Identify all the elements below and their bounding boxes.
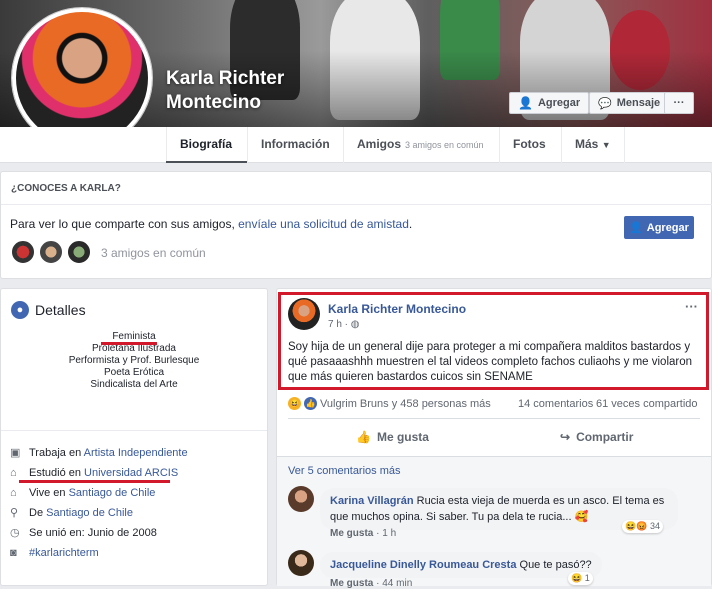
detail-link[interactable]: Santiago de Chile xyxy=(46,507,133,519)
comment-like-link[interactable]: Me gusta xyxy=(330,528,373,539)
graduation-cap-icon: ⌂ xyxy=(10,467,17,479)
post-author-name[interactable]: Karla Richter Montecino xyxy=(328,302,466,316)
haha-reaction-icon: 😆 xyxy=(288,397,301,410)
add-friend-icon: 👤 xyxy=(518,96,533,110)
commenter-avatar[interactable] xyxy=(288,550,314,576)
detail-link[interactable]: Universidad ARCIS xyxy=(84,467,178,479)
detail-link[interactable]: Artista Independiente xyxy=(84,447,188,459)
red-underline xyxy=(101,342,157,345)
messenger-icon: 💬 xyxy=(598,97,612,110)
instagram-icon: ◙ xyxy=(10,547,17,559)
comments-count[interactable]: 14 comentarios xyxy=(518,398,593,410)
commenter-name[interactable]: Karina Villagrán xyxy=(330,495,414,507)
red-underline xyxy=(19,480,170,483)
globe-icon: ● xyxy=(11,301,29,319)
like-button[interactable]: 👍 Me gusta xyxy=(356,430,429,444)
kiss-emoji-icon: 🥰 xyxy=(574,511,589,523)
details-title: Detalles xyxy=(35,302,86,318)
shares-count[interactable]: 61 veces compartido xyxy=(596,398,698,410)
commenter-name[interactable]: Jacqueline Dinelly Roumeau Cresta xyxy=(330,559,516,571)
add-friend-button[interactable]: 👤 Agregar xyxy=(509,92,590,114)
post-text: Soy hija de un general dije para protege… xyxy=(288,341,693,383)
mutual-friend-avatar[interactable] xyxy=(66,239,92,265)
active-tab-indicator xyxy=(166,161,247,163)
comment-bubble: Jacqueline Dinelly Roumeau Cresta Que te… xyxy=(320,552,602,578)
briefcase-icon: ▣ xyxy=(10,447,21,459)
share-icon: ↪ xyxy=(560,430,571,444)
globe-icon: ◍ xyxy=(350,319,360,330)
detail-instagram: ◙ #karlarichterm xyxy=(10,547,99,559)
divider xyxy=(288,418,700,419)
post-time[interactable]: 7 h · ◍ xyxy=(328,319,360,330)
message-button[interactable]: 💬 Mensaje xyxy=(589,92,670,114)
know-text: Para ver lo que comparte con sus amigos,… xyxy=(10,217,413,231)
post-author-avatar[interactable] xyxy=(288,298,320,330)
haha-reaction-icon: 😆 xyxy=(571,573,583,583)
mutual-friends-count[interactable]: 3 amigos en común xyxy=(101,246,206,260)
tab-amigos[interactable]: Amigos 3 amigos en común xyxy=(343,127,497,163)
comment-reactions[interactable]: 😆 1 xyxy=(568,572,593,585)
reaction-icons: 😆😡 xyxy=(625,521,648,531)
detail-link[interactable]: Santiago de Chile xyxy=(69,487,156,499)
home-icon: ⌂ xyxy=(10,487,17,499)
comment-actions: Me gusta · 44 min xyxy=(330,578,413,589)
reactions-summary[interactable]: 😆 👍 Vulgrim Bruns y 458 personas más xyxy=(288,397,491,410)
detail-work: ▣ Trabaja en Artista Independiente xyxy=(10,447,188,459)
tab-informacion[interactable]: Información xyxy=(247,127,343,163)
view-more-comments[interactable]: Ver 5 comentarios más xyxy=(288,465,401,477)
mutual-friend-avatar[interactable] xyxy=(38,239,64,265)
comment-reactions[interactable]: 😆😡 34 xyxy=(622,520,663,533)
post-options-button[interactable]: ··· xyxy=(685,299,698,314)
details-card: ● Detalles Feminista Proletana Ilustrada… xyxy=(0,288,268,586)
detail-education: ⌂ Estudió en Universidad ARCIS xyxy=(10,467,179,479)
comment-like-link[interactable]: Me gusta xyxy=(330,578,373,589)
tab-biografia[interactable]: Biografía xyxy=(166,127,245,163)
tab-mas[interactable]: Más ▼ xyxy=(561,127,625,163)
detail-hometown: ⚲ De Santiago de Chile xyxy=(10,507,133,519)
add-friend-icon: 👤 xyxy=(629,222,643,234)
tab-fotos[interactable]: Fotos xyxy=(499,127,559,163)
location-pin-icon: ⚲ xyxy=(10,507,19,519)
like-reaction-icon: 👍 xyxy=(304,397,317,410)
share-button[interactable]: ↪ Compartir xyxy=(560,430,633,444)
caret-down-icon: ▼ xyxy=(601,140,611,150)
more-options-button[interactable]: ··· xyxy=(664,92,694,114)
comment-actions: Me gusta · 1 h xyxy=(330,528,397,539)
thumbs-up-icon: 👍 xyxy=(356,430,371,444)
clock-icon: ◷ xyxy=(10,527,20,539)
commenter-avatar[interactable] xyxy=(288,486,314,512)
detail-joined: ◷ Se unió en: Junio de 2008 xyxy=(10,527,157,539)
divider xyxy=(1,430,267,431)
profile-tabs: Biografía Información Amigos 3 amigos en … xyxy=(0,127,712,163)
know-title: ¿CONOCES A KARLA? xyxy=(11,183,121,194)
detail-home: ⌂ Vive en Santiago de Chile xyxy=(10,487,156,499)
bio-text: Feminista Proletana Ilustrada Performist… xyxy=(68,331,200,390)
friend-request-link[interactable]: envíale una solicitud de amistad xyxy=(238,217,409,231)
divider xyxy=(1,204,712,205)
profile-name[interactable]: Karla Richter Montecino xyxy=(166,67,284,115)
add-friend-blue-button[interactable]: 👤 Agregar xyxy=(624,216,694,239)
mutual-friend-avatar[interactable] xyxy=(10,239,36,265)
